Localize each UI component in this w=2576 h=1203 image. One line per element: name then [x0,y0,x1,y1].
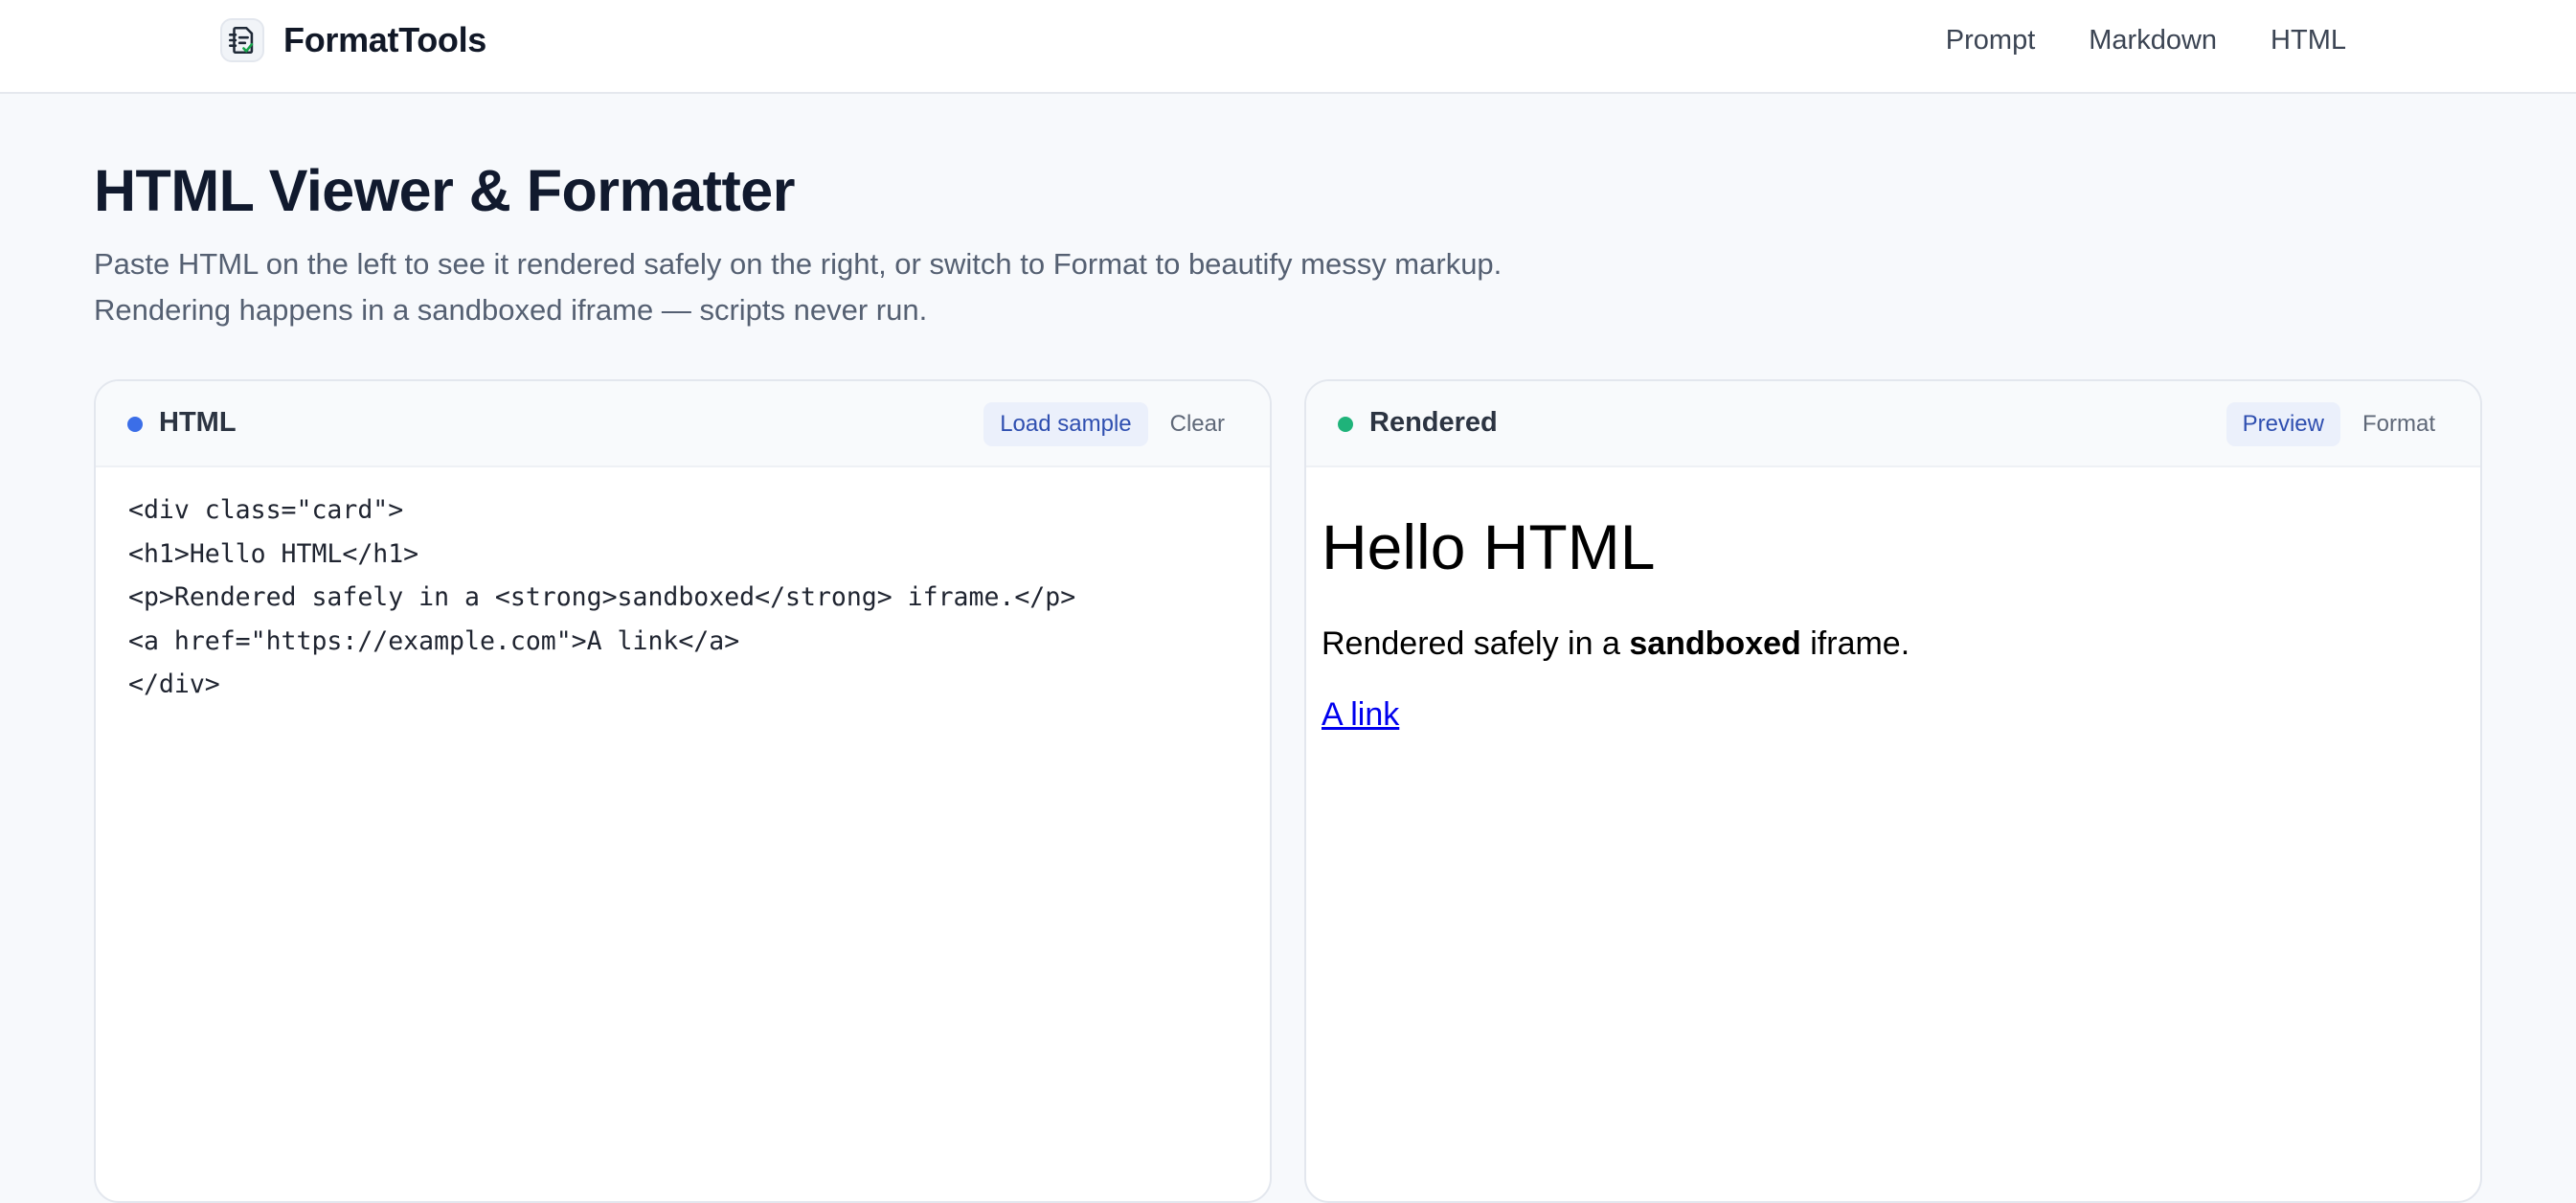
code-line: <a href="https://example.com">A link</a> [128,625,740,656]
tab-preview[interactable]: Preview [2226,402,2340,446]
input-panel-actions: Load sample Clear [983,402,1241,446]
input-status-dot-icon [127,417,143,432]
code-line: <p>Rendered safely in a <strong>sandboxe… [128,582,1076,612]
preview-link[interactable]: A link [1322,696,1399,734]
code-line: <h1>Hello HTML</h1> [128,538,419,569]
top-navigation-bar: FormatTools Prompt Markdown HTML [0,0,2576,94]
code-line: <div class="card"> [128,495,404,525]
html-input-panel: HTML Load sample Clear <div class="card"… [94,379,1272,1203]
main-nav: Prompt Markdown HTML [1946,23,2346,57]
output-panel-header: Rendered Preview Format [1306,381,2480,467]
output-panel-title: Rendered [1369,407,1498,438]
brand-name: FormatTools [283,20,487,59]
preview-strong-text: sandboxed [1629,625,1801,662]
preview-text-after: iframe. [1800,625,1910,662]
code-line: </div> [128,670,220,699]
brand-home-link[interactable]: FormatTools [220,18,486,62]
formatter-logo-icon [220,18,264,62]
nav-link-html[interactable]: HTML [2271,25,2346,57]
preview-paragraph: Rendered safely in a sandboxed iframe. [1322,624,2461,664]
output-view-tabs: Preview Format [2226,402,2452,446]
tab-format[interactable]: Format [2346,402,2452,446]
page-title: HTML Viewer & Formatter [94,158,795,223]
html-code-editor[interactable]: <div class="card"> <h1>Hello HTML</h1> <p>… [128,488,1251,707]
clear-button[interactable]: Clear [1154,402,1241,446]
output-status-dot-icon [1338,417,1353,432]
rendered-output-panel: Rendered Preview Format Hello HTML Rende… [1304,379,2482,1203]
nav-link-markdown[interactable]: Markdown [2089,25,2217,57]
preview-text-before: Rendered safely in a [1322,625,1630,662]
input-panel-header: HTML Load sample Clear [96,381,1270,467]
input-panel-title: HTML [159,407,237,438]
load-sample-button[interactable]: Load sample [983,402,1148,446]
page-subtitle: Paste HTML on the left to see it rendere… [94,247,1503,327]
nav-link-prompt[interactable]: Prompt [1946,25,2035,57]
preview-heading: Hello HTML [1322,511,1656,582]
sandboxed-preview-frame: Hello HTML Rendered safely in a sandboxe… [1322,515,2461,734]
